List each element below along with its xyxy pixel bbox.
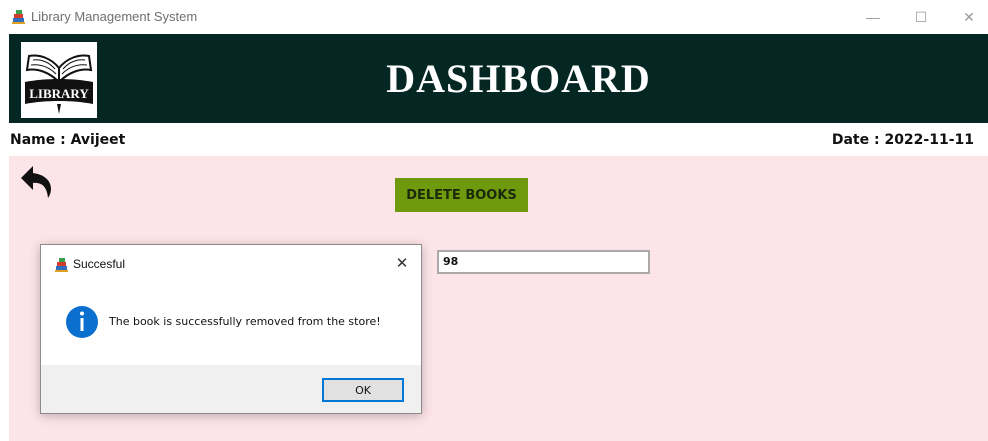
- success-dialog: Succesful ✕ The book is successfully rem…: [40, 244, 422, 414]
- dialog-close-button[interactable]: ✕: [391, 252, 413, 274]
- close-window-button[interactable]: ✕: [946, 0, 988, 34]
- app-books-icon: [55, 258, 68, 272]
- back-arrow-icon[interactable]: [19, 162, 57, 202]
- dashboard-header: LIBRARY DASHBOARD: [9, 34, 988, 123]
- window-title: Library Management System: [31, 9, 198, 24]
- ok-button[interactable]: OK: [322, 378, 404, 402]
- user-info-row: Name : Avijeet Date : 2022-11-11: [9, 123, 988, 156]
- delete-books-button[interactable]: DELETE BOOKS: [395, 178, 528, 212]
- minimize-button[interactable]: —: [850, 0, 896, 34]
- dialog-footer: OK: [41, 365, 421, 413]
- close-icon: ✕: [395, 255, 409, 272]
- maximize-icon: ☐: [914, 8, 928, 25]
- maximize-button[interactable]: ☐: [898, 0, 944, 34]
- date-label: Date : 2022-11-11: [831, 132, 974, 148]
- user-name-label: Name : Avijeet: [10, 132, 126, 148]
- page-title: DASHBOARD: [386, 56, 651, 101]
- minimize-icon: —: [866, 9, 880, 25]
- dialog-message: The book is successfully removed from th…: [109, 315, 381, 328]
- window-titlebar: Library Management System — ☐ ✕: [0, 0, 988, 34]
- close-icon: ✕: [963, 8, 975, 25]
- book-id-input[interactable]: 98: [437, 250, 650, 274]
- information-icon: [66, 306, 98, 338]
- app-books-icon: [12, 10, 25, 24]
- dialog-title: Succesful: [73, 257, 126, 271]
